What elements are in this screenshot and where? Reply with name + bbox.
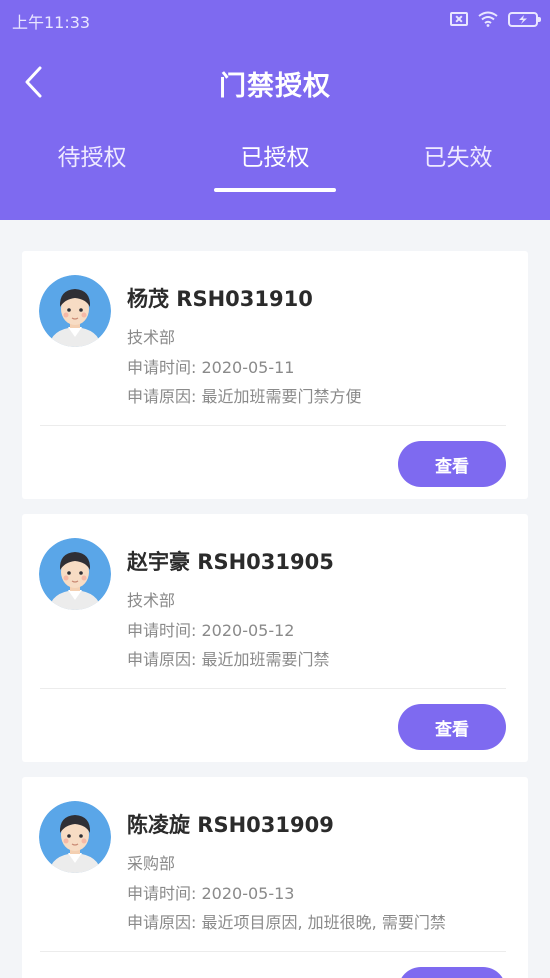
apply-reason-row: 申请原因: 最近加班需要门禁 <box>127 646 330 670</box>
user-avatar-icon <box>39 801 111 873</box>
apply-time-value: 2020-05-13 <box>201 884 295 903</box>
apply-time-label: 申请时间: <box>127 358 197 377</box>
applicant-name: 杨茂 RSH031910 <box>127 287 313 311</box>
apply-time-label: 申请时间: <box>127 621 197 640</box>
apply-reason-row: 申请原因: 最近加班需要门禁方便 <box>127 383 362 407</box>
no-sim-icon <box>450 12 468 26</box>
page-title: 门禁授权 <box>219 71 331 102</box>
status-bar: 上午11:33 <box>0 0 550 38</box>
user-avatar-icon <box>39 275 111 347</box>
avatar <box>39 538 111 610</box>
status-icons <box>450 9 541 29</box>
apply-reason-label: 申请原因: <box>127 913 197 932</box>
tab-authorized[interactable]: 已授权 <box>195 138 355 172</box>
status-time: 上午11:33 <box>12 13 91 32</box>
user-avatar-icon <box>39 538 111 610</box>
apply-time-row: 申请时间: 2020-05-12 <box>127 617 294 641</box>
apply-time-row: 申请时间: 2020-05-13 <box>127 880 294 904</box>
tab-pending[interactable]: 待授权 <box>12 138 172 172</box>
battery-charging-icon <box>508 11 541 27</box>
apply-reason-value: 最近加班需要门禁 <box>201 650 330 669</box>
department: 采购部 <box>127 854 176 873</box>
apply-time-value: 2020-05-12 <box>201 621 295 640</box>
apply-reason-label: 申请原因: <box>127 387 197 406</box>
tab-bar: 待授权 已授权 已失效 <box>0 138 550 194</box>
view-button[interactable]: 查看 <box>398 967 506 978</box>
applicant-name: 赵宇豪 RSH031905 <box>127 550 334 574</box>
divider <box>40 425 506 426</box>
authorization-card: 赵宇豪 RSH031905 技术部 申请时间: 2020-05-12 申请原因:… <box>22 514 528 762</box>
apply-reason-value: 最近项目原因, 加班很晚, 需要门禁 <box>201 913 446 932</box>
apply-reason-label: 申请原因: <box>127 650 197 669</box>
wifi-icon <box>478 11 498 27</box>
active-tab-indicator <box>214 188 336 192</box>
view-button[interactable]: 查看 <box>398 704 506 750</box>
view-button[interactable]: 查看 <box>398 441 506 487</box>
apply-time-value: 2020-05-11 <box>201 358 295 377</box>
avatar <box>39 801 111 873</box>
authorization-card: 杨茂 RSH031910 技术部 申请时间: 2020-05-11 申请原因: … <box>22 251 528 499</box>
apply-time-label: 申请时间: <box>127 884 197 903</box>
divider <box>40 951 506 952</box>
app-header: 上午11:33 门禁授权 待授权 已授权 已失效 <box>0 0 550 220</box>
divider <box>40 688 506 689</box>
authorization-card: 陈凌旋 RSH031909 采购部 申请时间: 2020-05-13 申请原因:… <box>22 777 528 978</box>
tab-expired[interactable]: 已失效 <box>378 138 538 172</box>
apply-time-row: 申请时间: 2020-05-11 <box>127 354 294 378</box>
apply-reason-value: 最近加班需要门禁方便 <box>201 387 362 406</box>
avatar <box>39 275 111 347</box>
department: 技术部 <box>127 328 176 347</box>
department: 技术部 <box>127 591 176 610</box>
apply-reason-row: 申请原因: 最近项目原因, 加班很晚, 需要门禁 <box>127 909 446 933</box>
applicant-name: 陈凌旋 RSH031909 <box>127 813 334 837</box>
